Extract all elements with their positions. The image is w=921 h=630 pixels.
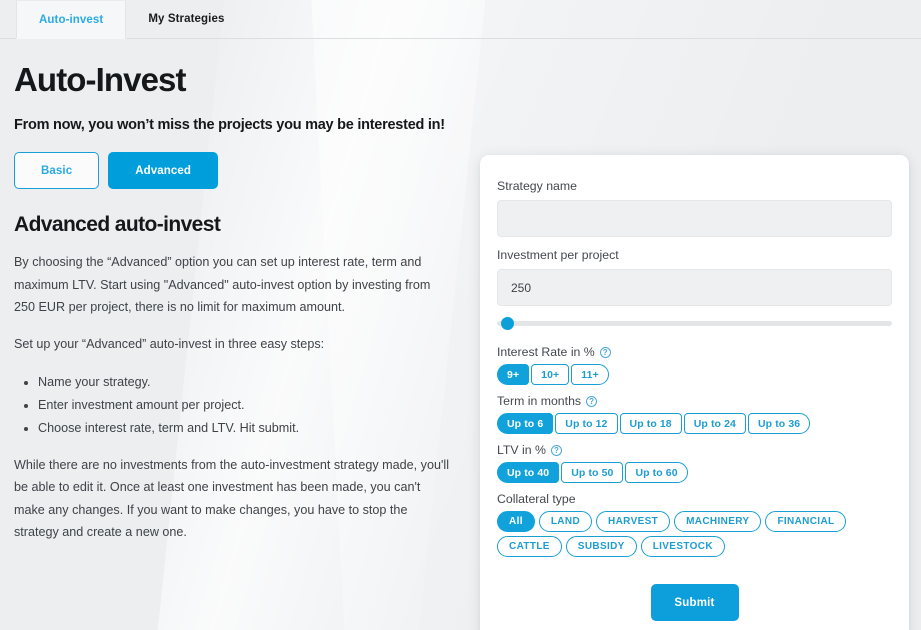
collateral-type-label-row: Collateral type <box>497 492 892 506</box>
term-option[interactable]: Up to 18 <box>619 413 682 434</box>
investment-per-project-label: Investment per project <box>497 248 619 262</box>
collateral-option[interactable]: LIVESTOCK <box>640 536 725 557</box>
tab-bar: Auto-invest My Strategies <box>0 0 921 39</box>
info-paragraph-2: Set up your “Advanced” auto-invest in th… <box>14 336 325 351</box>
interest-rate-options: 9+ 10+ 11+ <box>497 364 892 385</box>
ltv-label: LTV in % <box>497 443 546 457</box>
collateral-type-label: Collateral type <box>497 492 576 506</box>
collateral-option[interactable]: CATTLE <box>497 536 562 557</box>
term-option[interactable]: Up to 36 <box>747 413 811 434</box>
list-item: Name your strategy. <box>38 371 466 394</box>
investment-per-project-input[interactable] <box>497 269 892 306</box>
info-paragraph-1: By choosing the “Advanced” option you ca… <box>14 255 431 314</box>
collateral-type-options: All LAND HARVEST MACHINERY FINANCIAL CAT… <box>497 511 892 557</box>
mode-advanced-button[interactable]: Advanced <box>108 152 218 189</box>
strategy-name-label: Strategy name <box>497 179 577 193</box>
collateral-option[interactable]: SUBSIDY <box>565 536 637 557</box>
term-option[interactable]: Up to 24 <box>683 413 746 434</box>
page-subtitle: From now, you won’t miss the projects yo… <box>14 117 445 133</box>
info-column: Advanced auto-invest By choosing the “Ad… <box>14 213 466 544</box>
question-circle-icon[interactable]: ? <box>599 346 611 358</box>
mode-basic-button[interactable]: Basic <box>14 152 100 189</box>
ltv-option[interactable]: Up to 50 <box>561 462 624 483</box>
page-container: Auto-Invest From now, you won’t miss the… <box>0 61 921 630</box>
collateral-option[interactable]: LAND <box>538 511 593 532</box>
content-columns: Advanced auto-invest By choosing the “Ad… <box>14 155 909 630</box>
collateral-option[interactable]: MACHINERY <box>674 511 762 532</box>
term-option[interactable]: Up to 6 <box>497 413 554 434</box>
interest-rate-label-row: Interest Rate in % ? <box>497 345 892 359</box>
list-item: Choose interest rate, term and LTV. Hit … <box>38 417 466 440</box>
form-card-wrapper: Strategy name Investment per project Int… <box>466 155 909 630</box>
interest-rate-option[interactable]: 9+ <box>497 364 530 385</box>
section-title: Advanced auto-invest <box>14 213 221 236</box>
ltv-label-row: LTV in % ? <box>497 443 892 457</box>
tab-auto-invest[interactable]: Auto-invest <box>16 0 127 39</box>
term-label: Term in months <box>497 394 582 408</box>
collateral-option[interactable]: HARVEST <box>596 511 671 532</box>
page-title: Auto-Invest <box>14 61 187 98</box>
list-item: Enter investment amount per project. <box>38 394 466 417</box>
question-circle-icon[interactable]: ? <box>550 444 562 456</box>
auto-invest-form-card: Strategy name Investment per project Int… <box>480 155 909 630</box>
term-label-row: Term in months ? <box>497 394 892 408</box>
slider-track[interactable] <box>497 321 892 326</box>
info-paragraph-3: While there are no investments from the … <box>14 457 449 540</box>
question-circle-icon[interactable]: ? <box>586 395 598 407</box>
ltv-option[interactable]: Up to 40 <box>497 462 560 483</box>
strategy-name-field-block: Strategy name <box>497 179 892 237</box>
ltv-options: Up to 40 Up to 50 Up to 60 <box>497 462 892 483</box>
investment-amount-slider[interactable] <box>497 317 892 330</box>
tab-my-strategies[interactable]: My Strategies <box>126 0 246 38</box>
investment-per-project-field-block: Investment per project <box>497 248 892 306</box>
slider-thumb[interactable] <box>501 317 514 330</box>
submit-button[interactable]: Submit <box>650 584 739 621</box>
interest-rate-label: Interest Rate in % <box>497 345 595 359</box>
interest-rate-option[interactable]: 11+ <box>571 364 609 385</box>
ltv-option[interactable]: Up to 60 <box>625 462 688 483</box>
term-option[interactable]: Up to 12 <box>555 413 618 434</box>
strategy-name-input[interactable] <box>497 200 892 237</box>
collateral-option[interactable]: FINANCIAL <box>765 511 847 532</box>
term-options: Up to 6 Up to 12 Up to 18 Up to 24 Up to… <box>497 413 892 434</box>
steps-list: Name your strategy. Enter investment amo… <box>14 371 466 440</box>
submit-row: Submit <box>497 584 892 621</box>
interest-rate-option[interactable]: 10+ <box>531 364 570 385</box>
collateral-option[interactable]: All <box>497 511 535 532</box>
